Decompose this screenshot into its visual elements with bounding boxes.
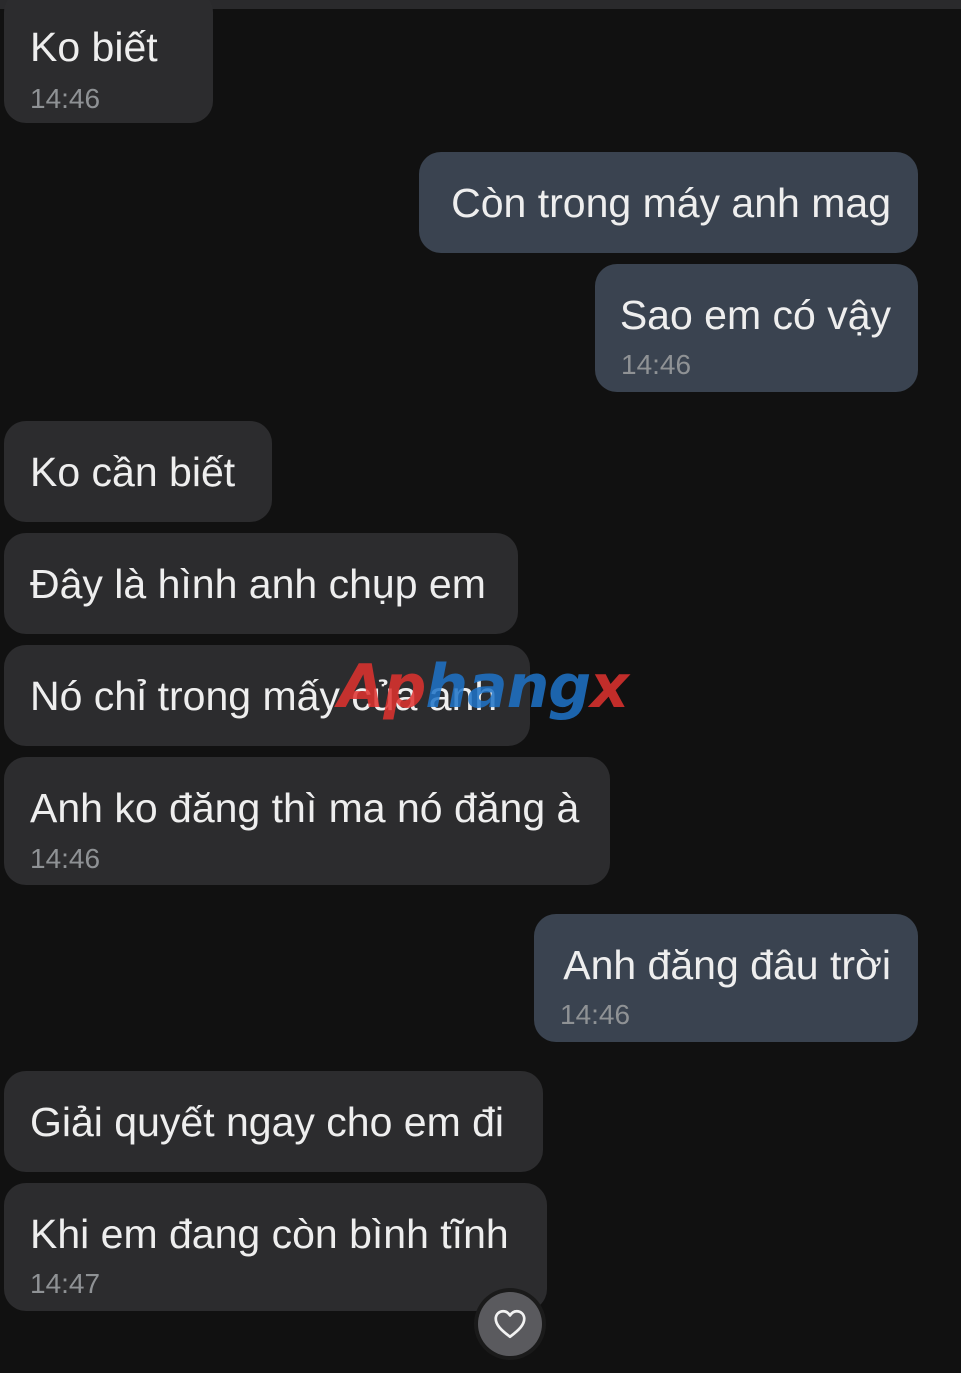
message-time: 14:47 (30, 1268, 101, 1299)
message-text: Còn trong máy anh mag (451, 180, 891, 226)
message-text: Anh ko đăng thì ma nó đăng à (30, 785, 580, 831)
message-bubble-outgoing[interactable]: Sao em có vậy 14:46 (595, 264, 918, 392)
message-text: Nó chỉ trong mấy của anh (30, 673, 498, 719)
message-bubble-incoming[interactable]: Đây là hình anh chụp em (4, 533, 518, 634)
message-text: Giải quyết ngay cho em đi (30, 1099, 505, 1145)
message-text: Anh đăng đâu trời (563, 942, 891, 988)
message-time: 14:46 (560, 999, 631, 1030)
message-bubble-incoming[interactable]: Khi em đang còn bình tĩnh 14:47 (4, 1183, 547, 1311)
message-time: 14:46 (30, 843, 101, 874)
reaction-heart-button[interactable] (478, 1292, 542, 1356)
message-text: Khi em đang còn bình tĩnh (30, 1211, 509, 1257)
message-bubble-incoming[interactable]: Nó chỉ trong mấy của anh (4, 645, 530, 746)
message-time: 14:46 (30, 83, 101, 114)
message-time: 14:46 (621, 349, 692, 380)
message-text: Sao em có vậy (619, 292, 891, 338)
message-bubble-incoming[interactable]: Giải quyết ngay cho em đi (4, 1071, 543, 1172)
message-text: Đây là hình anh chụp em (30, 561, 486, 607)
message-bubble-outgoing[interactable]: Anh đăng đâu trời 14:46 (534, 914, 918, 1042)
message-bubble-outgoing[interactable]: Còn trong máy anh mag (419, 152, 918, 253)
message-text: Ko cần biết (30, 449, 236, 495)
message-text: Ko biết (30, 24, 158, 70)
message-bubble-incoming[interactable]: Ko cần biết (4, 421, 272, 522)
message-bubble-incoming[interactable]: Anh ko đăng thì ma nó đăng à 14:46 (4, 757, 610, 885)
message-bubble-incoming[interactable]: Ko biết 14:46 (4, 0, 213, 123)
heart-icon (494, 1309, 526, 1339)
